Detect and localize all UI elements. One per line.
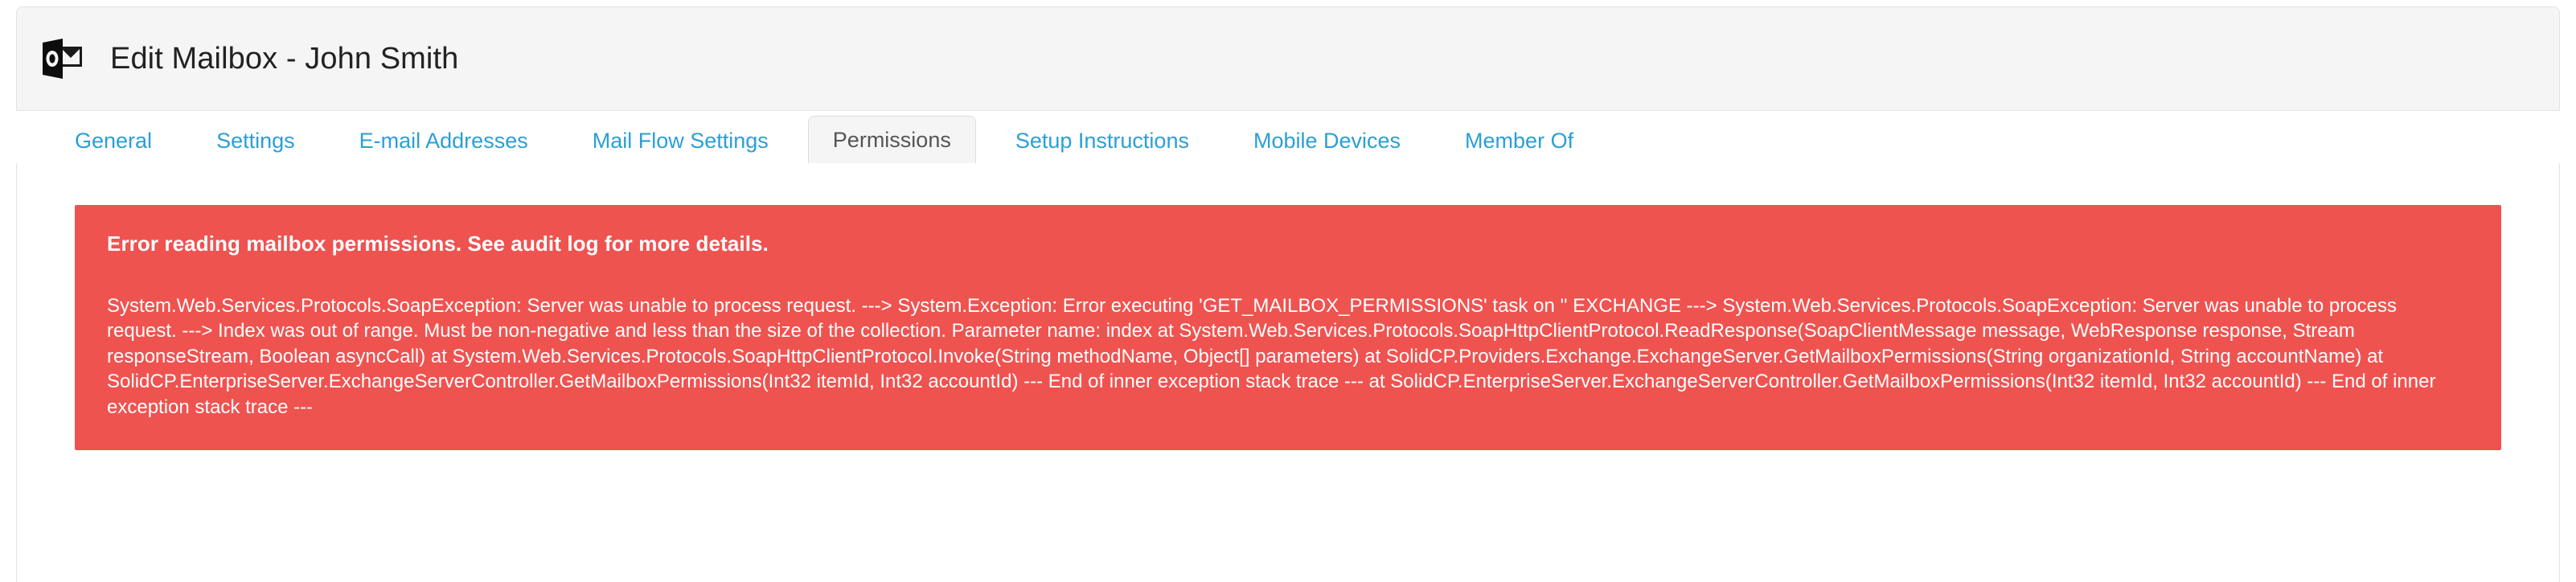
outlook-mailbox-icon bbox=[38, 34, 88, 84]
page-title: Edit Mailbox - John Smith bbox=[110, 41, 459, 76]
tab-general[interactable]: General bbox=[50, 117, 177, 164]
tab-permissions[interactable]: Permissions bbox=[807, 116, 976, 164]
tab-settings[interactable]: Settings bbox=[191, 117, 320, 164]
tab-mobile-devices[interactable]: Mobile Devices bbox=[1229, 117, 1425, 164]
error-alert: Error reading mailbox permissions. See a… bbox=[75, 205, 2501, 450]
error-alert-title: Error reading mailbox permissions. See a… bbox=[107, 232, 769, 256]
tab-content-permissions: Error reading mailbox permissions. See a… bbox=[16, 163, 2560, 582]
panel-header: Edit Mailbox - John Smith bbox=[16, 6, 2560, 111]
tab-mail-flow-settings[interactable]: Mail Flow Settings bbox=[568, 117, 794, 164]
tab-setup-instructions[interactable]: Setup Instructions bbox=[991, 117, 1214, 164]
tab-member-of[interactable]: Member Of bbox=[1440, 117, 1598, 164]
tab-email-addresses[interactable]: E-mail Addresses bbox=[334, 117, 553, 164]
tab-strip: General Settings E-mail Addresses Mail F… bbox=[16, 111, 2560, 164]
edit-mailbox-page: Edit Mailbox - John Smith General Settin… bbox=[0, 0, 2576, 582]
error-alert-stack-trace: System.Web.Services.Protocols.SoapExcept… bbox=[107, 294, 2436, 418]
